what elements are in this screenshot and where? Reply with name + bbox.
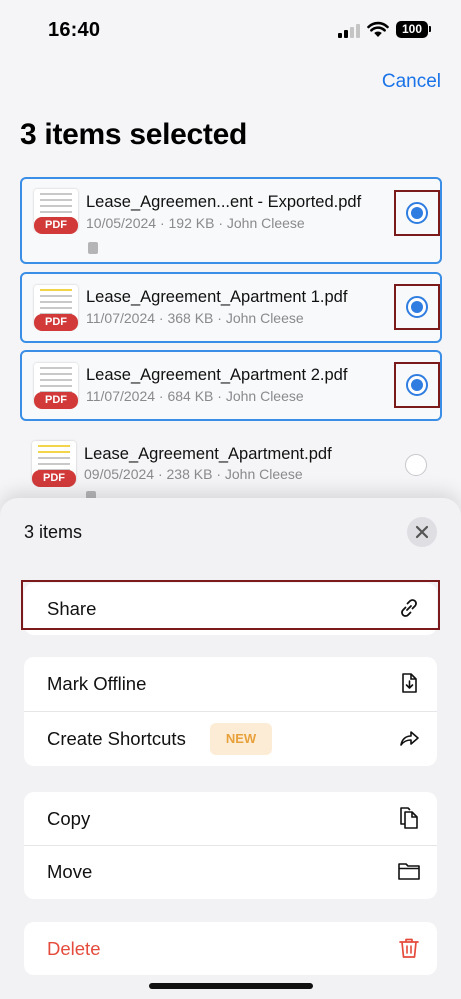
create-shortcuts-button[interactable]: Create Shortcuts NEW <box>24 712 437 766</box>
wifi-icon <box>367 21 389 37</box>
radio-selected-icon[interactable] <box>406 202 428 224</box>
file-name: Lease_Agreement_Apartment 1.pdf <box>86 288 348 306</box>
file-item[interactable]: PDF Lease_Agreement_Apartment 2.pdf 11/0… <box>20 350 442 421</box>
create-shortcuts-label: Create Shortcuts <box>47 728 186 749</box>
lock-icon <box>88 242 98 254</box>
file-name: Lease_Agreement_Apartment.pdf <box>84 445 332 463</box>
file-name: Lease_Agreement_Apartment 2.pdf <box>86 366 348 384</box>
delete-card: Delete <box>24 922 437 975</box>
cellular-signal-icon <box>338 24 360 38</box>
share-arrow-icon <box>400 731 419 746</box>
battery-icon: 100 <box>396 21 428 38</box>
copy-button[interactable]: Copy <box>24 792 437 846</box>
sheet-title: 3 items <box>24 522 83 542</box>
status-time: 16:40 <box>48 19 101 41</box>
folder-icon <box>398 863 420 880</box>
delete-button[interactable]: Delete <box>24 922 437 975</box>
file-meta: 11/07/2024 · 368 KB · John Cleese <box>86 310 304 326</box>
move-label: Move <box>47 861 93 882</box>
copy-label: Copy <box>47 808 91 829</box>
trash-icon <box>399 938 419 958</box>
file-item[interactable]: PDF Lease_Agreement_Apartment 1.pdf 11/0… <box>20 272 442 343</box>
close-icon <box>415 525 429 539</box>
status-bar: 16:40 100 <box>0 0 461 60</box>
radio-unselected-icon[interactable] <box>405 454 427 476</box>
file-item[interactable]: PDF Lease_Agreemen...ent - Exported.pdf … <box>20 177 442 264</box>
delete-label: Delete <box>47 938 101 959</box>
file-item[interactable]: PDF Lease_Agreement_Apartment.pdf 09/05/… <box>20 429 442 503</box>
action-sheet: 3 items Share Mark Offline Create Shortc… <box>0 498 461 999</box>
radio-selected-icon[interactable] <box>406 374 428 396</box>
copy-move-card: Copy Move <box>24 792 437 899</box>
file-meta: 11/07/2024 · 684 KB · John Cleese <box>86 388 304 404</box>
cancel-button[interactable]: Cancel <box>382 71 441 93</box>
file-name: Lease_Agreemen...ent - Exported.pdf <box>86 193 362 211</box>
file-meta: 10/05/2024 · 192 KB · John Cleese <box>86 215 305 231</box>
offline-shortcuts-card: Mark Offline Create Shortcuts NEW <box>24 657 437 766</box>
mark-offline-label: Mark Offline <box>47 673 147 694</box>
file-meta: 09/05/2024 · 238 KB · John Cleese <box>84 466 303 482</box>
page-title: 3 items selected <box>20 118 247 151</box>
copy-icon <box>400 807 418 829</box>
radio-selected-icon[interactable] <box>406 296 428 318</box>
close-button[interactable] <box>407 517 437 547</box>
pdf-badge: PDF <box>34 217 78 234</box>
move-button[interactable]: Move <box>24 845 437 899</box>
home-indicator <box>149 983 313 989</box>
new-badge: NEW <box>210 723 272 755</box>
pdf-badge: PDF <box>34 314 78 331</box>
share-highlight <box>21 580 440 630</box>
download-doc-icon <box>402 673 417 693</box>
pdf-badge: PDF <box>34 392 78 409</box>
mark-offline-button[interactable]: Mark Offline <box>24 657 437 711</box>
battery-tip <box>429 26 431 32</box>
pdf-badge: PDF <box>32 470 76 487</box>
